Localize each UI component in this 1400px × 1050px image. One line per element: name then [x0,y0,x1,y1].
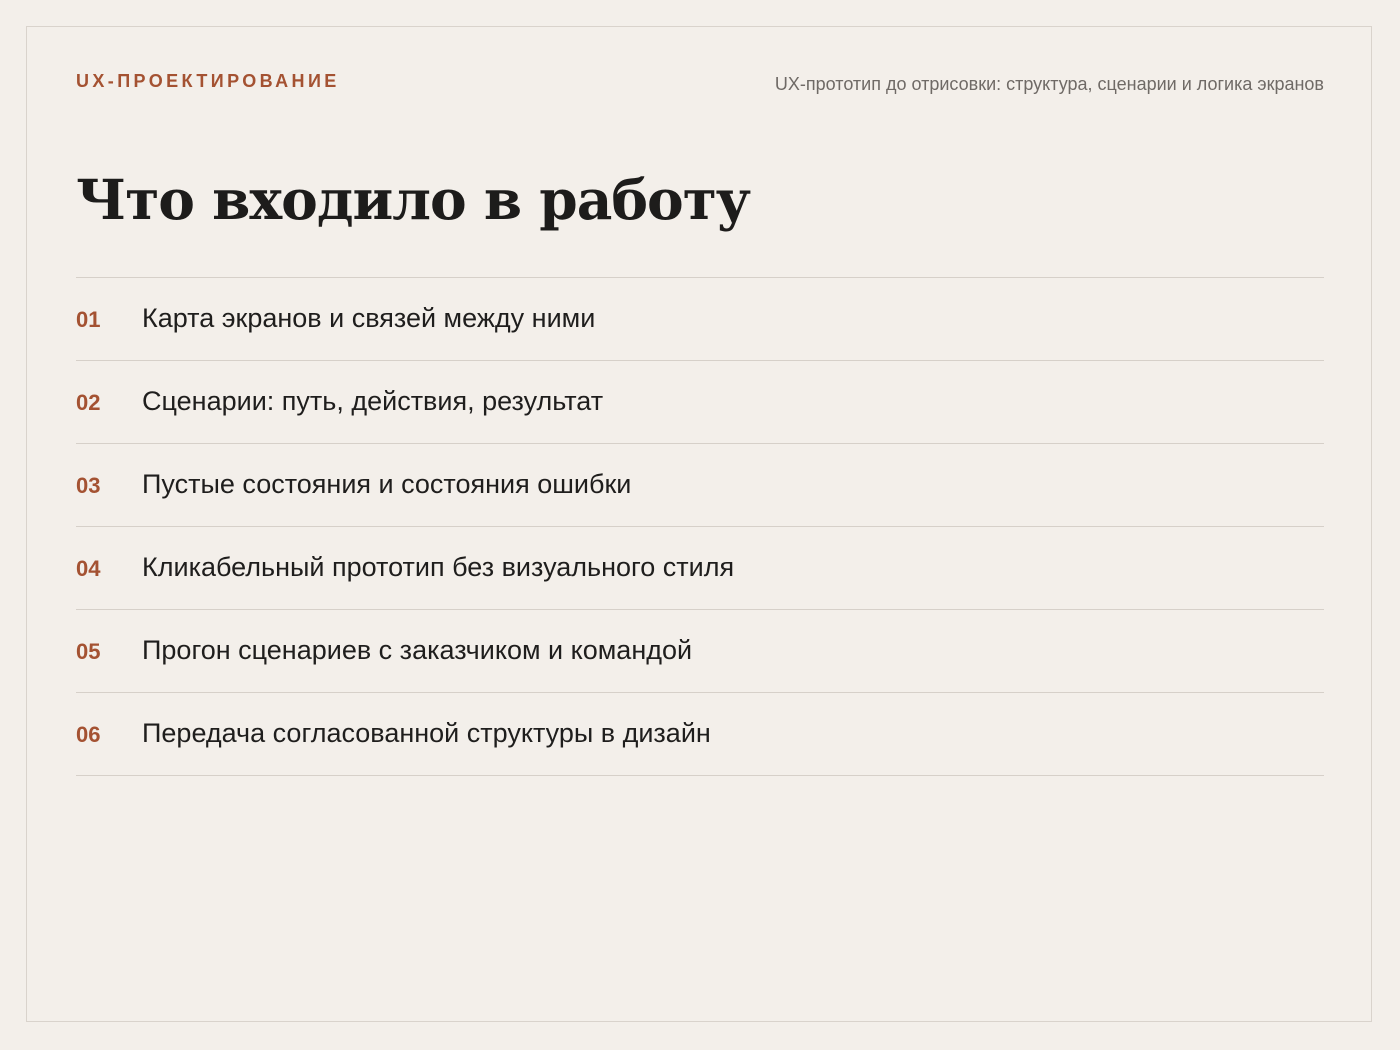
list-item: 01 Карта экранов и связей между ними [76,278,1324,361]
list-item: 05 Прогон сценариев с заказчиком и коман… [76,610,1324,693]
item-text: Кликабельный прототип без визуального ст… [142,551,735,582]
item-number: 04 [76,556,101,581]
item-number: 02 [76,390,101,415]
list-item: 06 Передача согласованной структуры в ди… [76,693,1324,776]
list-item: 04 Кликабельный прототип без визуального… [76,527,1324,610]
list-item: 03 Пустые состояния и состояния ошибки [76,444,1324,527]
list-item: 02 Сценарии: путь, действия, результат [76,361,1324,444]
item-text: Карта экранов и связей между ними [142,302,596,333]
item-number: 05 [76,639,101,664]
page-title: Что входило в работу [76,167,751,232]
item-text: Сценарии: путь, действия, результат [142,385,604,416]
slide-subtitle: UX-прототип до отрисовки: структура, сце… [774,74,1324,94]
item-number: 03 [76,473,101,498]
item-number: 06 [76,722,101,747]
item-number: 01 [76,307,101,332]
item-text: Прогон сценариев с заказчиком и командой [142,634,693,665]
item-text: Передача согласованной структуры в дизай… [142,717,711,748]
work-items-list: 01 Карта экранов и связей между ними 02 … [76,277,1324,776]
section-label: UX-ПРОЕКТИРОВАНИЕ [76,71,340,91]
item-text: Пустые состояния и состояния ошибки [142,468,632,499]
